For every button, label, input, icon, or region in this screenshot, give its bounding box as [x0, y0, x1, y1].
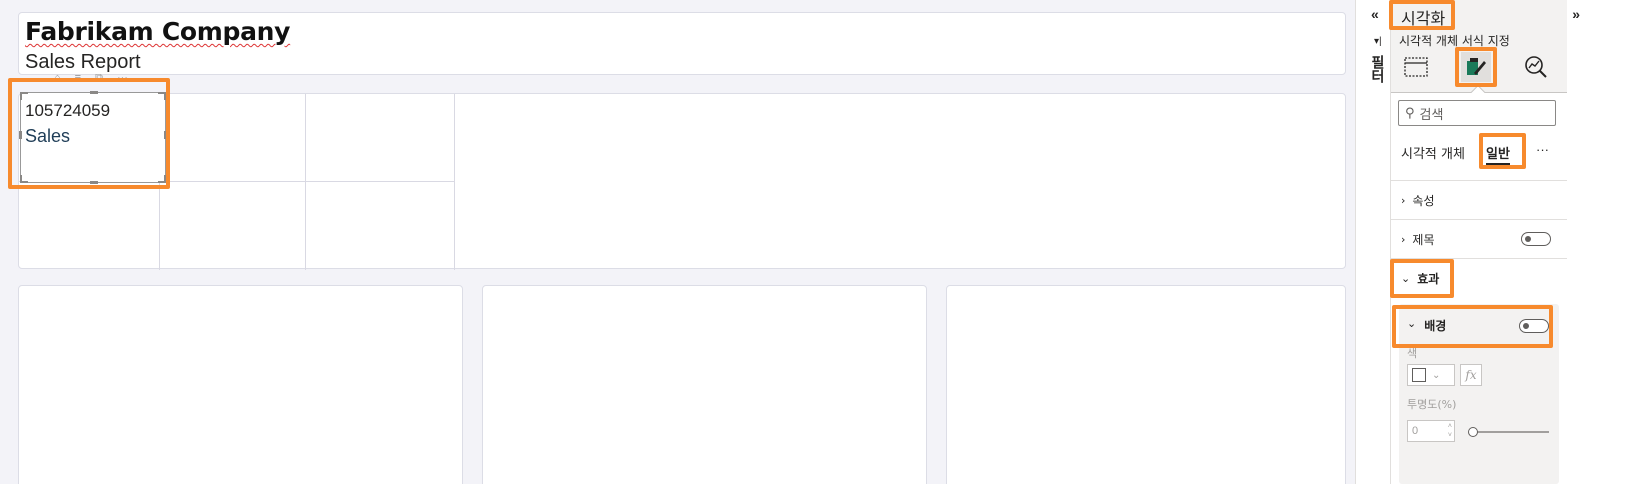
report-canvas: Fabrikam Company Sales Report 105724059 … — [0, 0, 1355, 484]
report-subtitle: Sales Report — [25, 51, 141, 73]
subtab-more-button[interactable]: ··· — [1536, 142, 1549, 157]
transparency-value: 0 — [1412, 425, 1419, 437]
conditional-format-button[interactable]: fx — [1460, 364, 1482, 386]
background-subsection[interactable]: ⌄ 배경 — [1407, 317, 1551, 334]
grid-divider — [305, 94, 306, 270]
transparency-label: 투명도(%) — [1407, 398, 1457, 411]
color-picker[interactable]: ⌄ — [1407, 364, 1455, 386]
resize-handle[interactable] — [158, 92, 166, 100]
section-title[interactable]: › 제목 — [1391, 219, 1567, 258]
report-title-text: Fabrikam Company — [25, 17, 291, 46]
grid-divider — [454, 94, 455, 270]
kpi-label: Sales — [25, 126, 71, 146]
chevron-down-icon: ⌄ — [1407, 317, 1417, 330]
subtab-visual[interactable]: 시각적 개체 — [1401, 143, 1465, 162]
color-swatch — [1412, 368, 1426, 382]
filter-icon[interactable]: ≡ — [75, 72, 81, 85]
pane-title: 시각화 — [1401, 9, 1446, 28]
focus-mode-icon[interactable]: ⧉ — [95, 72, 103, 85]
visual-placeholder[interactable] — [482, 285, 927, 484]
resize-handle[interactable] — [20, 175, 28, 183]
spin-arrows-icon[interactable]: ˄ ˅ — [1448, 422, 1452, 440]
section-label: 속성 — [1412, 193, 1435, 208]
tab-format-visual[interactable] — [1461, 52, 1491, 82]
section-properties[interactable]: › 속성 — [1391, 180, 1567, 219]
collapse-filters-button[interactable]: « — [1371, 6, 1379, 22]
color-label: 색 — [1407, 347, 1418, 360]
section-label: 효과 — [1417, 271, 1440, 286]
search-input[interactable]: ⚲ 검색 — [1398, 100, 1556, 126]
search-icon: ⚲ — [1405, 105, 1415, 121]
report-title: Fabrikam Company — [25, 17, 290, 46]
background-toggle[interactable] — [1519, 319, 1549, 333]
title-toggle[interactable] — [1521, 232, 1551, 246]
collapse-pane-button[interactable]: » — [1572, 6, 1580, 22]
kpi-grid-container[interactable] — [18, 93, 1346, 270]
search-placeholder: 검색 — [1419, 107, 1444, 123]
tab-analytics[interactable] — [1521, 52, 1551, 82]
more-options-icon[interactable]: ··· — [117, 72, 128, 85]
visual-placeholder[interactable] — [18, 285, 463, 484]
visual-header-toolbar: ⌂ ≡ ⧉ ··· — [54, 72, 128, 85]
format-visual-icon — [1467, 58, 1486, 75]
chevron-down-icon: ⌄ — [1432, 369, 1441, 381]
visualizations-pane: 시각화 » 시각적 개체 서식 지정 ⚲ 검색 시각적 개체 일반 ··· › … — [1390, 0, 1630, 484]
build-visual-icon — [1404, 57, 1428, 77]
header-text-box[interactable]: Fabrikam Company Sales Report — [18, 12, 1346, 75]
resize-handle[interactable] — [90, 91, 98, 94]
section-label: 제목 — [1412, 232, 1435, 247]
resize-handle[interactable] — [20, 92, 28, 100]
filters-pane-label[interactable]: 필터 — [1367, 55, 1387, 83]
slider-thumb[interactable] — [1468, 427, 1478, 437]
sales-card-visual[interactable]: 105724059 Sales — [19, 91, 167, 184]
tab-build-visual[interactable] — [1401, 52, 1431, 82]
resize-handle[interactable] — [164, 131, 167, 139]
resize-handle[interactable] — [90, 181, 98, 184]
chevron-right-icon: › — [1401, 193, 1406, 207]
visual-placeholder[interactable] — [946, 285, 1346, 484]
resize-handle[interactable] — [19, 131, 22, 139]
kpi-value: 105724059 — [25, 101, 111, 120]
filter-icon: ▾| — [1374, 36, 1382, 47]
transparency-input[interactable]: 0 ˄ ˅ — [1407, 420, 1455, 442]
chevron-down-icon: ⌄ — [1401, 271, 1411, 285]
section-effects[interactable]: ⌄ 효과 — [1391, 258, 1567, 297]
resize-handle[interactable] — [158, 175, 166, 183]
analytics-icon — [1525, 56, 1547, 78]
transparency-slider[interactable] — [1473, 431, 1549, 433]
chevron-right-icon: › — [1401, 232, 1406, 246]
subtab-general[interactable]: 일반 — [1486, 143, 1510, 165]
background-label: 배경 — [1424, 319, 1447, 333]
pane-subtitle: 시각적 개체 서식 지정 — [1399, 34, 1510, 48]
pin-icon[interactable]: ⌂ — [54, 72, 61, 85]
pane-edge — [1567, 0, 1630, 484]
